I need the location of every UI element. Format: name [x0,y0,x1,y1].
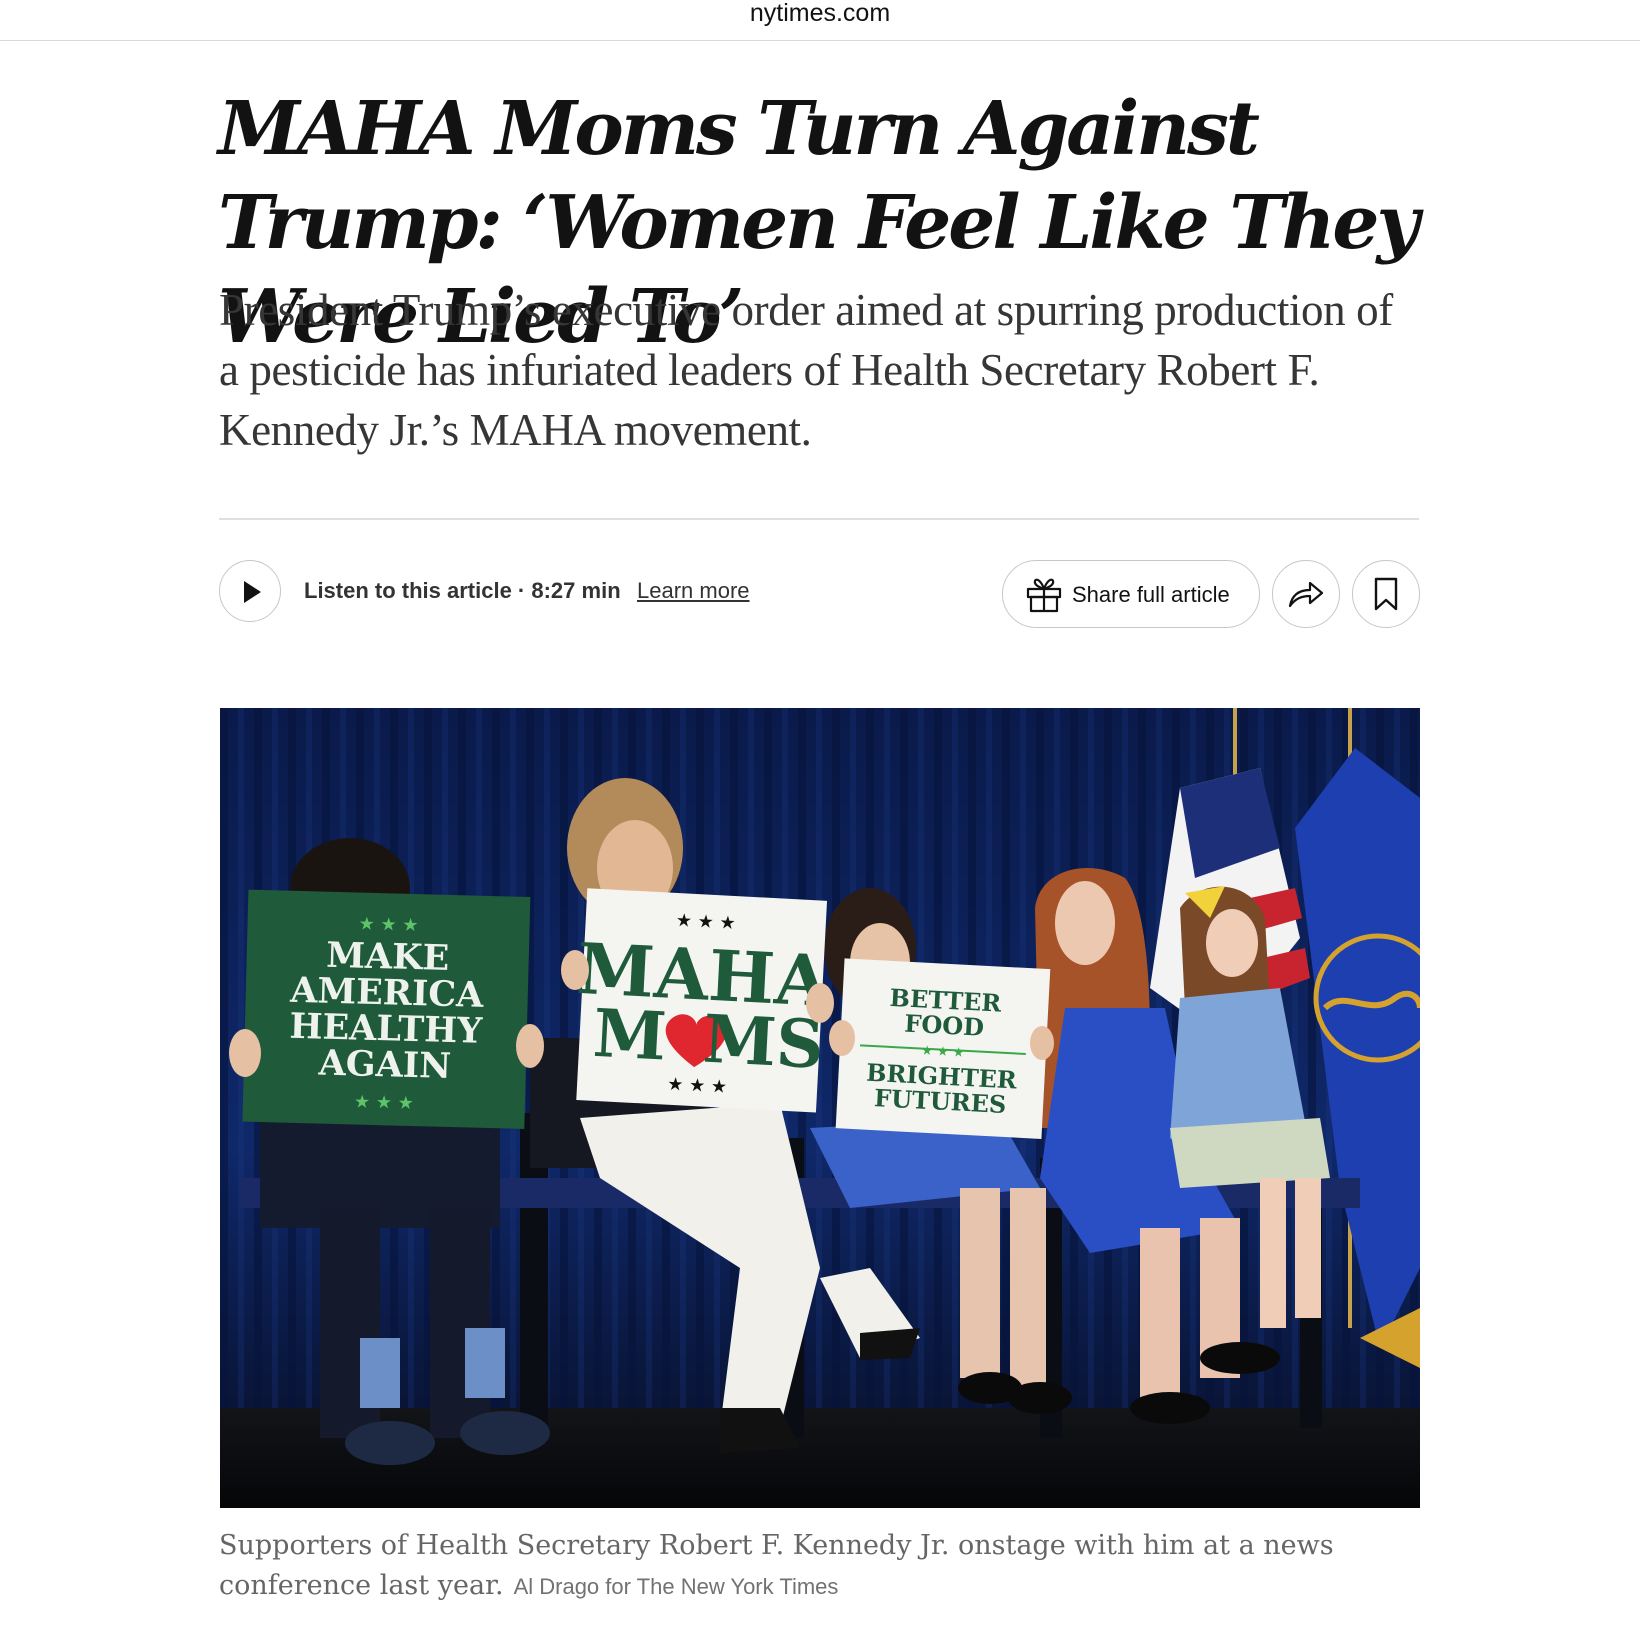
learn-more-link[interactable]: Learn more [637,578,750,604]
svg-text:★ ★ ★: ★ ★ ★ [921,1044,965,1061]
divider [219,518,1419,520]
browser-address-bar[interactable]: nytimes.com [0,0,1640,41]
sign-make-america-healthy-again: ★ ★ ★ MAKE AMERICA HEALTHY AGAIN ★ ★ ★ [242,889,531,1129]
svg-text:★ ★ ★: ★ ★ ★ [667,1074,728,1098]
article-photo: ★ ★ ★ MAKE AMERICA HEALTHY AGAIN ★ ★ ★ ★… [220,708,1420,1508]
article-toolbar: Listen to this article · 8:27 min Learn … [219,560,1420,628]
play-icon [244,581,261,603]
save-bookmark-button[interactable] [1352,560,1420,628]
sign-text-food: FOOD [904,1009,985,1042]
photo-credit: Al Drago for The New York Times [513,1574,839,1599]
url-domain: nytimes.com [749,0,891,27]
share-full-article-label: Share full article [1072,582,1230,607]
article-summary: President Trump’s executive order aimed … [219,285,1393,455]
photo-caption: Supporters of Health Secretary Robert F.… [219,1526,1439,1607]
sign-better-food-brighter-futures: BETTER FOOD ★ ★ ★ BRIGHTER FUTURES [835,958,1051,1139]
listen-label: Listen to this article · 8:27 min [304,578,621,603]
svg-text:★ ★ ★: ★ ★ ★ [675,910,736,934]
gift-icon [1026,578,1062,613]
svg-text:★ ★ ★: ★ ★ ★ [358,914,418,937]
sign-text-m: M [591,994,668,1076]
sign-text-ms: MS [701,1000,826,1084]
listen-play-button[interactable] [219,560,281,622]
sign-maha-moms: ★ ★ ★ MAHA M MS ★ ★ ★ [575,888,833,1113]
svg-text:★ ★ ★: ★ ★ ★ [354,1091,414,1114]
share-full-article-button[interactable]: Share full article [1002,560,1260,628]
sign-text-again: AGAIN [317,1043,452,1087]
share-button[interactable] [1272,560,1340,628]
share-arrow-icon [1288,581,1324,608]
bookmark-icon [1374,577,1398,611]
